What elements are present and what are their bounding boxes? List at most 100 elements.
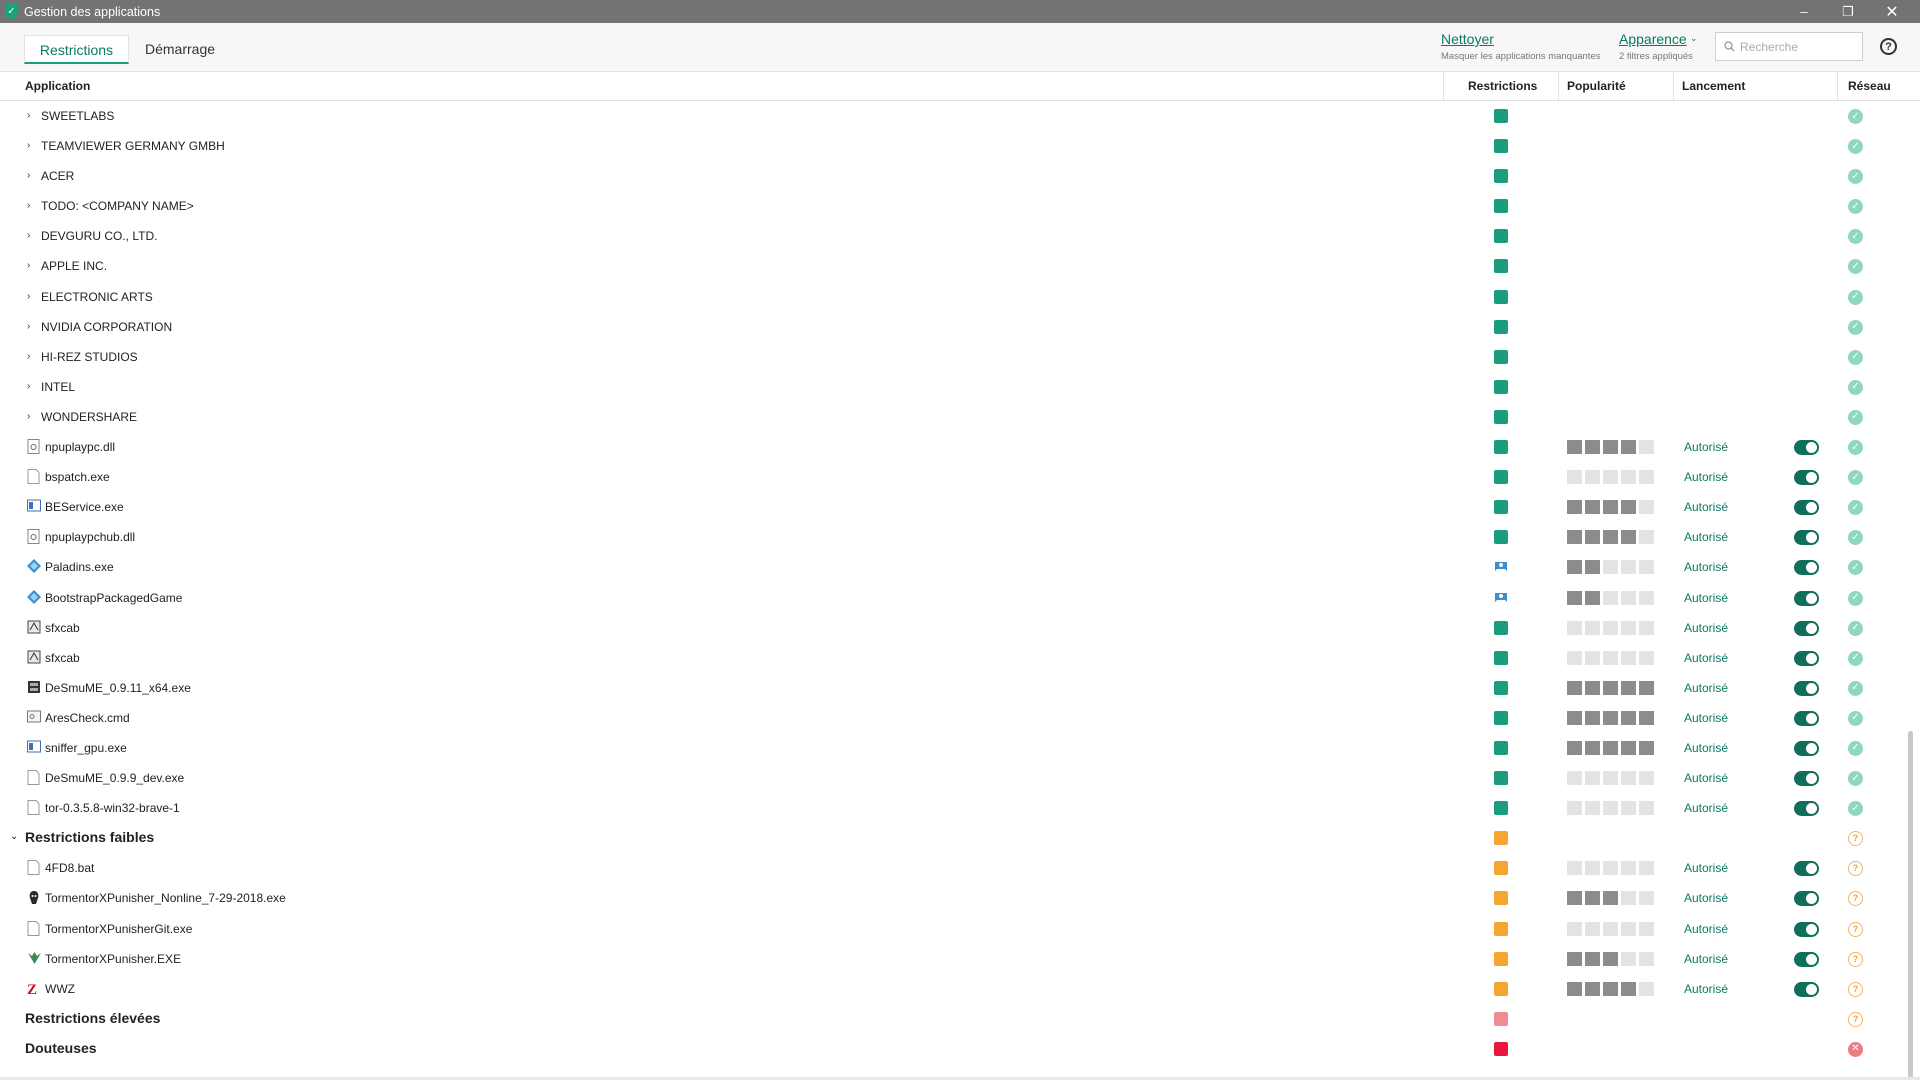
restriction-level-indicator[interactable] <box>1494 710 1508 725</box>
restriction-level-indicator[interactable] <box>1494 139 1508 154</box>
vendor-row[interactable]: › ELECTRONIC ARTS ✓ <box>0 282 1920 312</box>
vendor-row[interactable]: › NVIDIA CORPORATION ✓ <box>0 312 1920 342</box>
table-row[interactable]: DeSmuME_0.9.9_dev.exe Autorisé ✓ <box>0 763 1920 793</box>
chevron-down-icon[interactable]: ⌄ <box>10 831 18 842</box>
launch-toggle[interactable] <box>1794 891 1819 907</box>
network-ask-icon[interactable]: ? <box>1848 1011 1863 1027</box>
network-allowed-icon[interactable]: ✓ <box>1848 109 1863 124</box>
chevron-right-icon[interactable]: › <box>27 351 30 362</box>
network-allowed-icon[interactable]: ✓ <box>1848 710 1863 726</box>
tab-startup[interactable]: Démarrage <box>136 35 224 64</box>
launch-status[interactable]: Autorisé <box>1684 530 1728 544</box>
launch-toggle[interactable] <box>1794 530 1819 546</box>
restriction-level-indicator[interactable] <box>1494 440 1508 455</box>
launch-toggle[interactable] <box>1794 801 1819 817</box>
network-allowed-icon[interactable]: ✓ <box>1848 199 1863 215</box>
restriction-level-indicator[interactable] <box>1494 349 1508 364</box>
chevron-right-icon[interactable]: › <box>27 291 30 302</box>
restore-icon[interactable]: ❐ <box>1826 0 1870 23</box>
launch-toggle[interactable] <box>1794 500 1819 516</box>
network-allowed-icon[interactable]: ✓ <box>1848 470 1863 486</box>
chevron-right-icon[interactable]: › <box>27 381 30 392</box>
launch-status[interactable]: Autorisé <box>1684 681 1728 695</box>
table-row[interactable]: DeSmuME_0.9.11_x64.exe Autorisé ✓ <box>0 673 1920 703</box>
restriction-level-indicator[interactable] <box>1494 259 1508 274</box>
clean-link[interactable]: Nettoyer <box>1441 31 1494 47</box>
launch-status[interactable]: Autorisé <box>1684 560 1728 574</box>
launch-toggle[interactable] <box>1794 921 1819 937</box>
network-allowed-icon[interactable]: ✓ <box>1848 500 1863 516</box>
launch-status[interactable]: Autorisé <box>1684 982 1728 996</box>
restriction-level-indicator[interactable] <box>1494 680 1508 695</box>
table-row[interactable]: npuplaypchub.dll Autorisé ✓ <box>0 522 1920 552</box>
launch-status[interactable]: Autorisé <box>1684 470 1728 484</box>
chevron-right-icon[interactable]: › <box>27 230 30 241</box>
search-input[interactable] <box>1740 39 1850 54</box>
launch-toggle[interactable] <box>1794 740 1819 756</box>
vertical-scrollbar[interactable] <box>1908 731 1913 1079</box>
launch-status[interactable]: Autorisé <box>1684 922 1728 936</box>
network-ask-icon[interactable]: ? <box>1848 981 1863 997</box>
column-launch[interactable]: Lancement <box>1682 72 1745 101</box>
restriction-level-indicator[interactable] <box>1494 500 1508 515</box>
vendor-row[interactable]: › SWEETLABS ✓ <box>0 101 1920 131</box>
chevron-right-icon[interactable]: › <box>27 110 30 121</box>
vendor-row[interactable]: › WONDERSHARE ✓ <box>0 402 1920 432</box>
table-row[interactable]: TormentorXPunisherGit.exe Autorisé? <box>0 914 1920 944</box>
launch-toggle[interactable] <box>1794 680 1819 696</box>
launch-status[interactable]: Autorisé <box>1684 891 1728 905</box>
network-allowed-icon[interactable]: ✓ <box>1848 590 1863 606</box>
user-restriction-icon[interactable] <box>1494 560 1508 574</box>
restriction-level-indicator[interactable] <box>1494 199 1508 214</box>
table-row[interactable]: BootstrapPackagedGame Autorisé ✓ <box>0 583 1920 613</box>
network-allowed-icon[interactable]: ✓ <box>1848 620 1863 636</box>
launch-status[interactable]: Autorisé <box>1684 500 1728 514</box>
launch-status[interactable]: Autorisé <box>1684 771 1728 785</box>
vendor-row[interactable]: › TEAMVIEWER GERMANY GMBH ✓ <box>0 131 1920 161</box>
table-row[interactable]: Paladins.exe Autorisé ✓ <box>0 552 1920 582</box>
network-ask-icon[interactable]: ? <box>1848 891 1863 907</box>
launch-toggle[interactable] <box>1794 470 1819 486</box>
network-allowed-icon[interactable]: ✓ <box>1848 801 1863 817</box>
table-row[interactable]: Z WWZ Autorisé? <box>0 974 1920 1004</box>
restriction-level-indicator[interactable] <box>1494 530 1508 545</box>
network-allowed-icon[interactable]: ✓ <box>1848 169 1863 185</box>
restriction-level-indicator[interactable] <box>1494 229 1508 244</box>
minimize-icon[interactable]: – <box>1782 0 1826 23</box>
chevron-right-icon[interactable]: › <box>27 200 30 211</box>
vendor-row[interactable]: › DEVGURU CO., LTD. ✓ <box>0 221 1920 251</box>
network-allowed-icon[interactable]: ✓ <box>1848 229 1863 245</box>
close-icon[interactable]: ✕ <box>1870 0 1914 23</box>
chevron-down-icon[interactable]: ⌄ <box>1690 33 1698 44</box>
network-allowed-icon[interactable]: ✓ <box>1848 139 1863 155</box>
table-row[interactable]: AresCheck.cmd Autorisé ✓ <box>0 703 1920 733</box>
group-row[interactable]: ⌄ Restrictions faibles? <box>0 823 1920 853</box>
search-box[interactable] <box>1715 32 1863 61</box>
restriction-level-indicator[interactable] <box>1494 409 1508 424</box>
network-ask-icon[interactable]: ? <box>1848 861 1863 877</box>
column-application[interactable]: Application <box>25 72 90 101</box>
group-row[interactable]: Restrictions élevées? <box>0 1004 1920 1034</box>
network-ask-icon[interactable]: ? <box>1848 921 1863 937</box>
launch-status[interactable]: Autorisé <box>1684 741 1728 755</box>
vendor-row[interactable]: › ACER ✓ <box>0 161 1920 191</box>
vendor-row[interactable]: › INTEL ✓ <box>0 372 1920 402</box>
launch-status[interactable]: Autorisé <box>1684 801 1728 815</box>
network-allowed-icon[interactable]: ✓ <box>1848 530 1863 546</box>
network-allowed-icon[interactable]: ✓ <box>1848 379 1863 395</box>
restriction-level-indicator[interactable] <box>1494 289 1508 304</box>
network-allowed-icon[interactable]: ✓ <box>1848 440 1863 456</box>
chevron-right-icon[interactable]: › <box>27 411 30 422</box>
restriction-level-indicator[interactable] <box>1494 379 1508 394</box>
network-ask-icon[interactable]: ? <box>1848 831 1863 847</box>
column-network[interactable]: Réseau <box>1848 72 1891 101</box>
network-allowed-icon[interactable]: ✓ <box>1848 259 1863 275</box>
restriction-level-indicator[interactable] <box>1494 1041 1508 1056</box>
restriction-level-indicator[interactable] <box>1494 981 1508 996</box>
network-allowed-icon[interactable]: ✓ <box>1848 319 1863 335</box>
launch-status[interactable]: Autorisé <box>1684 621 1728 635</box>
vendor-row[interactable]: › APPLE INC. ✓ <box>0 251 1920 281</box>
launch-status[interactable]: Autorisé <box>1684 711 1728 725</box>
column-popularity[interactable]: Popularité <box>1567 72 1626 101</box>
launch-toggle[interactable] <box>1794 650 1819 666</box>
